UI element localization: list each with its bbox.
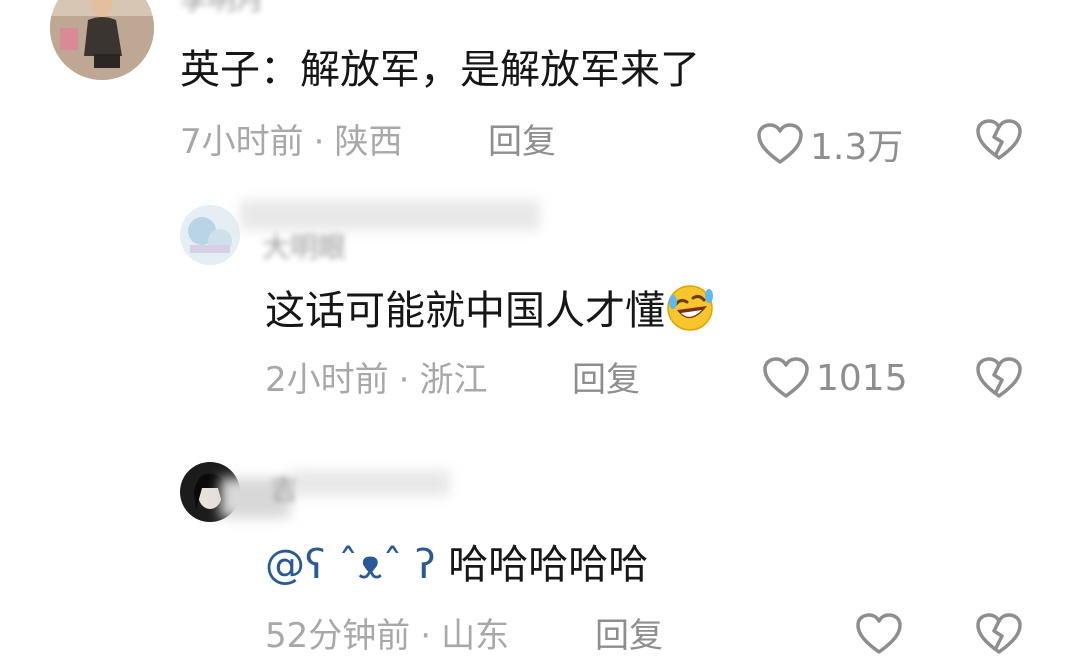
separator-dot: · [313, 122, 325, 162]
reply-button[interactable]: 回复 [572, 360, 640, 400]
rolling-laughing-emoji-icon [667, 285, 713, 331]
broken-heart-icon [976, 119, 1022, 160]
heart-outline-icon [756, 122, 804, 166]
like-button[interactable] [855, 612, 909, 656]
like-button[interactable]: 1015 [762, 356, 908, 400]
comment-time: 7小时前 [180, 122, 304, 162]
separator-dot: · [420, 616, 432, 656]
like-button[interactable]: 1.3万 [756, 118, 903, 170]
comment-meta: 7小时前 · 陕西 [180, 122, 402, 162]
comment-text-body: 哈哈哈哈哈 [435, 542, 649, 588]
comment-text: 英子：解放军，是解放军来了 [180, 47, 700, 93]
comment-time: 2小时前 [265, 360, 389, 400]
like-count: 1.3万 [810, 127, 904, 168]
avatar-photo [50, 0, 154, 80]
dislike-button[interactable] [975, 612, 1023, 656]
comment-location: 浙江 [419, 360, 488, 400]
comment-meta: 2小时前 · 浙江 [265, 360, 487, 400]
broken-heart-icon [976, 613, 1022, 654]
heart-outline-icon [855, 612, 903, 656]
comment-time: 52分钟前 [265, 616, 411, 656]
like-count: 1015 [816, 357, 908, 399]
comment-text: 这话可能就中国人才懂 [265, 282, 715, 336]
separator-dot: · [398, 360, 410, 400]
comment-location: 陕西 [334, 122, 403, 162]
dislike-button[interactable] [975, 118, 1023, 162]
comment-text-body: 这话可能就中国人才懂 [265, 288, 665, 334]
avatar[interactable] [180, 205, 240, 265]
avatar[interactable] [50, 0, 154, 80]
reply-button[interactable]: 回复 [595, 616, 663, 656]
avatar-photo [180, 205, 240, 265]
comment-text: @ʕ ˆᴥˆ ʔ 哈哈哈哈哈 [265, 540, 648, 590]
broken-heart-icon [976, 357, 1022, 398]
username[interactable]: 大明眼 [262, 226, 346, 266]
username[interactable]: 吉 [270, 468, 298, 508]
comment-location: 山东 [441, 616, 510, 656]
username[interactable]: 李明月 [180, 0, 264, 18]
username-blur [290, 470, 450, 496]
comment-meta: 52分钟前 · 山东 [265, 616, 509, 656]
dislike-button[interactable] [975, 356, 1023, 400]
reply-button[interactable]: 回复 [488, 122, 556, 162]
heart-outline-icon [762, 356, 810, 400]
mention-link[interactable]: @ʕ ˆᴥˆ ʔ [265, 542, 436, 588]
